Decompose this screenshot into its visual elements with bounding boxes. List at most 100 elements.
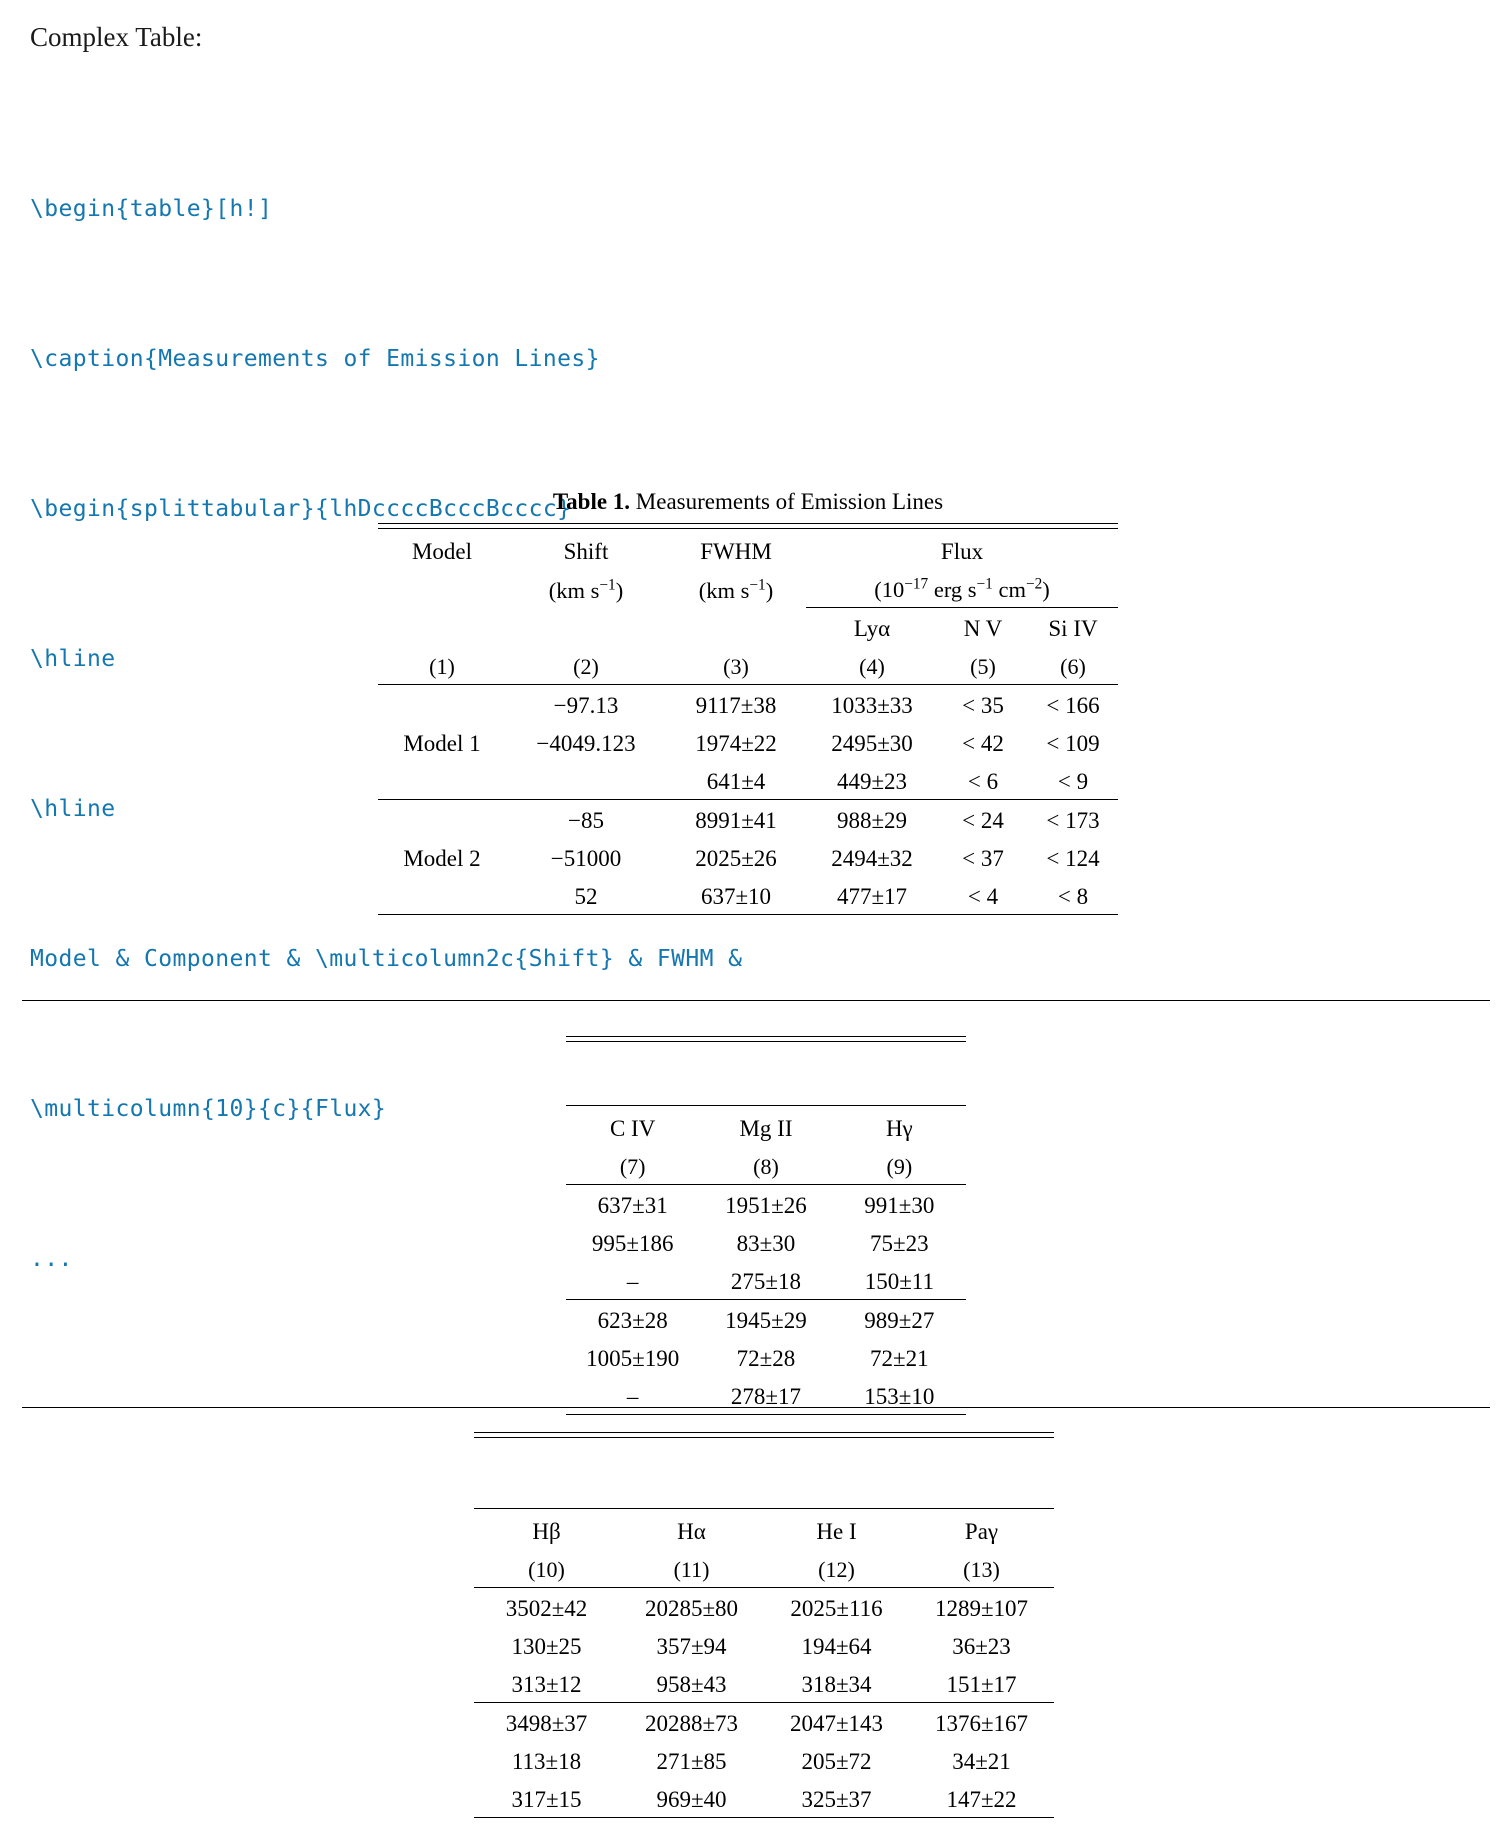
- cell-mgii: 275±18: [699, 1261, 833, 1300]
- cell-civ: 623±28: [597, 1308, 668, 1333]
- cell-hei: 325±37: [764, 1779, 909, 1818]
- colnum-1: (1): [378, 646, 506, 685]
- cell-halpha: 20288±73: [644, 1711, 739, 1736]
- table-row: 641±4 449±23 < 6 < 9: [378, 761, 1118, 800]
- subheader-blank-3: [666, 608, 806, 647]
- cell-hei: 318±34: [764, 1664, 909, 1703]
- table-row: 130±25 357±94 194±64 36±23: [474, 1626, 1054, 1664]
- units-model-empty: [378, 569, 506, 608]
- cell-fwhm: 1974±22: [695, 731, 777, 756]
- table-block-1: Table 1. Measurements of Emission Lines …: [378, 487, 1118, 915]
- cell-hgamma: 153±10: [832, 1376, 966, 1415]
- cell-pagamma: 1376±167: [934, 1711, 1029, 1736]
- cell-civ: –: [566, 1376, 700, 1415]
- continuation-double-rule-1: [566, 1036, 966, 1042]
- table-row: −97.13 9117±38 1033±33 < 35 < 166: [378, 685, 1118, 724]
- cell-hbeta: 3502±42: [505, 1596, 588, 1621]
- colnum-9: (9): [832, 1146, 966, 1185]
- cell-lya: 2495±30: [831, 731, 913, 756]
- page-separator-rule-2: [22, 1407, 1490, 1408]
- header-flux: Flux: [940, 539, 984, 564]
- cell-hei: 2025±116: [790, 1596, 883, 1621]
- table-block-2: C IV Mg II Hγ (7) (8) (9) 637±31 1951±26…: [566, 1105, 966, 1415]
- subheader-lya: Lyα: [853, 616, 891, 641]
- table-row: Model 2 −51000 2025±26 2494±32 < 37 < 12…: [378, 838, 1118, 876]
- cell-siiv: < 124: [1046, 846, 1100, 871]
- cell-mgii: 1945±29: [725, 1308, 807, 1333]
- table-row: – 275±18 150±11: [566, 1261, 966, 1300]
- table-block-3: Hβ Hα He I Paγ (10) (11) (12) (13) 3502±…: [474, 1508, 1054, 1818]
- table-row: 3502±42 20285±80 2025±116 1289±107: [474, 1588, 1054, 1627]
- cell-hbeta: 313±12: [474, 1664, 619, 1703]
- colnum-3: (3): [666, 646, 806, 685]
- cell-mgii: 83±30: [736, 1231, 796, 1256]
- cell-mgii: 72±28: [736, 1346, 796, 1371]
- cell-nv: < 24: [962, 808, 1004, 833]
- table-row: 623±28 1945±29 989±27: [566, 1300, 966, 1339]
- cell-nv: < 37: [962, 846, 1004, 871]
- cell-pagamma: 34±21: [952, 1749, 1011, 1774]
- header-hei: He I: [816, 1519, 857, 1544]
- table-header-row: C IV Mg II Hγ: [566, 1108, 966, 1146]
- header-shift: Shift: [563, 539, 609, 564]
- cell-hbeta: 130±25: [511, 1634, 582, 1659]
- table-colnum-row: (10) (11) (12) (13): [474, 1549, 1054, 1588]
- cell-siiv: < 173: [1046, 808, 1100, 833]
- colnum-11: (11): [619, 1549, 764, 1588]
- cell-hgamma: 75±23: [870, 1231, 929, 1256]
- cell-siiv: < 166: [1046, 693, 1100, 718]
- header-hbeta: Hβ: [532, 1519, 561, 1544]
- cell-lya: 2494±32: [831, 846, 913, 871]
- header-hgamma: Hγ: [885, 1116, 913, 1141]
- cell-nv: < 35: [962, 693, 1004, 718]
- cell-hgamma: 150±11: [832, 1261, 966, 1300]
- table-row: Model 1 −4049.123 1974±22 2495±30 < 42 <…: [378, 723, 1118, 761]
- table-row: 52 637±10 477±17 < 4 < 8: [378, 876, 1118, 915]
- cell-halpha: 20285±80: [644, 1596, 739, 1621]
- emission-lines-table-part1: Model Shift FWHM Flux (km s−1) (km s−1) …: [378, 523, 1118, 915]
- cell-siiv: < 9: [1028, 761, 1118, 800]
- page-title: Complex Table:: [30, 22, 203, 52]
- colnum-4: (4): [806, 646, 938, 685]
- cell-halpha: 271±85: [656, 1749, 727, 1774]
- table-colnum-row: (7) (8) (9): [566, 1146, 966, 1185]
- colnum-7: (7): [566, 1146, 700, 1185]
- units-shift: (km s−1): [548, 576, 624, 603]
- subheader-blank-1: [378, 608, 506, 647]
- table-caption-label: Table 1.: [552, 489, 631, 514]
- units-fwhm: (km s−1): [698, 576, 774, 603]
- cell-model: [378, 761, 506, 800]
- table-row: 317±15 969±40 325±37 147±22: [474, 1779, 1054, 1818]
- table-row: – 278±17 153±10: [566, 1376, 966, 1415]
- cell-lya: 1033±33: [831, 693, 913, 718]
- cell-shift: −85: [568, 808, 604, 833]
- cell-shift: −97.13: [553, 693, 619, 718]
- cell-fwhm: 9117±38: [695, 693, 777, 718]
- cell-nv: < 42: [962, 731, 1004, 756]
- cell-fwhm: 641±4: [666, 761, 806, 800]
- header-pagamma: Paγ: [964, 1519, 999, 1544]
- table-units-row: (km s−1) (km s−1) (10−17 erg s−1 cm−2): [378, 569, 1118, 608]
- cell-fwhm: 8991±41: [695, 808, 777, 833]
- cell-mgii: 278±17: [699, 1376, 833, 1415]
- cell-hgamma: 72±21: [870, 1346, 929, 1371]
- cell-pagamma: 1289±107: [934, 1596, 1029, 1621]
- subheader-nv: N V: [963, 616, 1003, 641]
- cell-siiv: < 109: [1046, 731, 1100, 756]
- cell-lya: 449±23: [806, 761, 938, 800]
- header-mgii: Mg II: [739, 1116, 793, 1141]
- units-flux: (10−17 erg s−1 cm−2): [806, 569, 1118, 608]
- cell-halpha: 969±40: [619, 1779, 764, 1818]
- table-row: 637±31 1951±26 991±30: [566, 1185, 966, 1224]
- header-fwhm: FWHM: [700, 539, 772, 564]
- header-model: Model: [411, 539, 473, 564]
- cell-shift: −4049.123: [536, 731, 636, 756]
- cell-model: [378, 876, 506, 915]
- subheader-siiv: Si IV: [1048, 616, 1098, 641]
- cell-hei: 2047±143: [789, 1711, 884, 1736]
- colnum-8: (8): [699, 1146, 833, 1185]
- cell-pagamma: 151±17: [909, 1664, 1054, 1703]
- cell-nv: < 6: [938, 761, 1028, 800]
- cell-mgii: 1951±26: [725, 1193, 807, 1218]
- cell-shift: −51000: [550, 846, 622, 871]
